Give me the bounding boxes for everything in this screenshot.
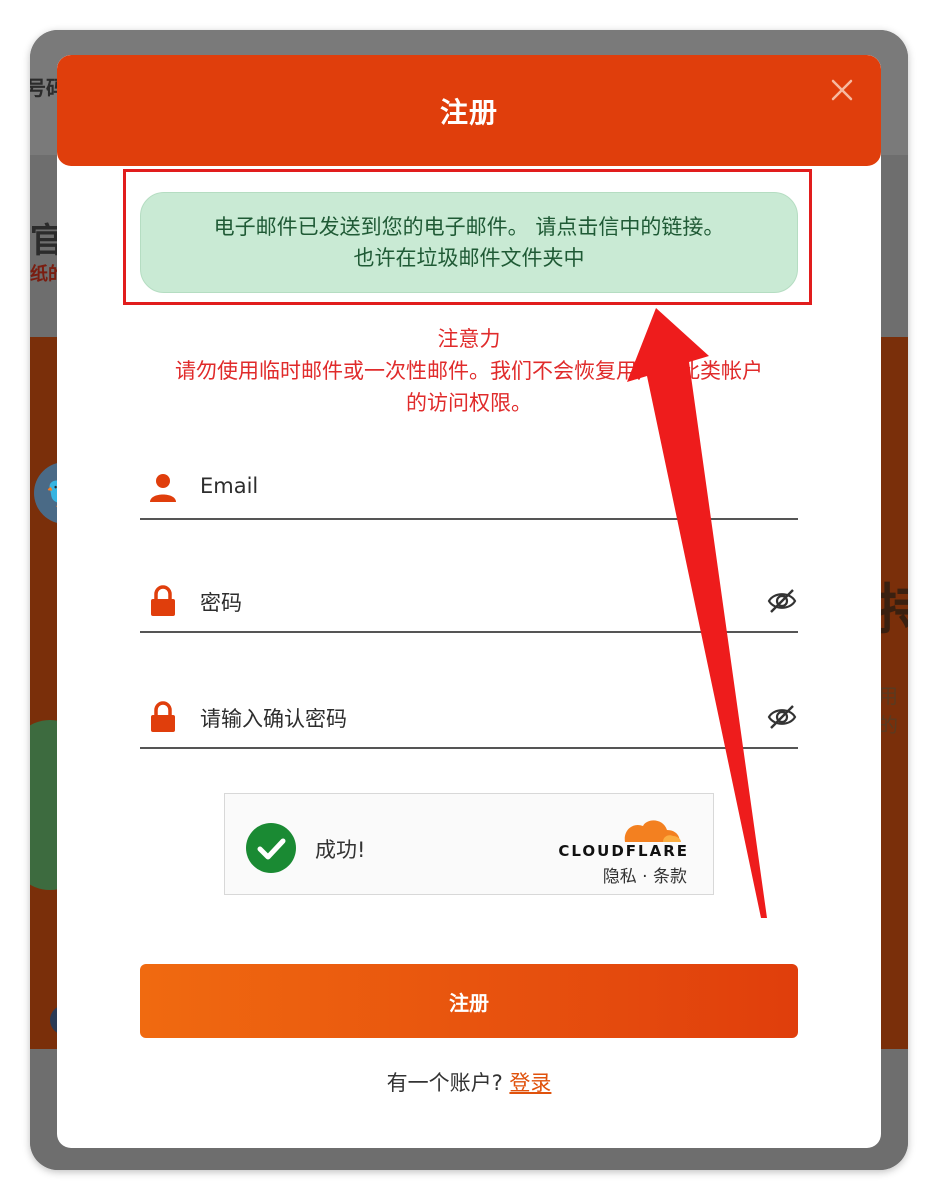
annotation-highlight-box — [123, 169, 812, 305]
confirm-password-field[interactable]: 请输入确认密码 — [140, 689, 798, 749]
eye-slash-icon[interactable] — [766, 585, 798, 617]
modal-header: 注册 — [57, 55, 881, 166]
check-circle-icon — [246, 823, 296, 873]
privacy-terms-links[interactable]: 隐私 · 条款 — [603, 862, 687, 887]
eye-slash-icon[interactable] — [766, 701, 798, 733]
captcha-status: 成功! — [315, 838, 366, 862]
lock-icon — [151, 585, 175, 616]
user-icon — [150, 474, 176, 502]
email-placeholder: Email — [200, 474, 259, 498]
cloudflare-captcha[interactable]: 成功! CLOUDFLARE 隐私 · 条款 — [224, 793, 714, 895]
close-button[interactable] — [829, 77, 855, 103]
cloudflare-brand: CLOUDFLARE — [558, 842, 689, 860]
password-field[interactable]: 密码 — [140, 573, 798, 633]
background-text: 用的 — [878, 684, 898, 737]
register-modal: 注册 电子邮件已发送到您的电子邮件。 请点击信中的链接。 也许在垃圾邮件文件夹中… — [57, 55, 881, 1148]
register-button[interactable]: 注册 — [140, 964, 798, 1038]
confirm-password-placeholder: 请输入确认密码 — [200, 707, 347, 731]
notice-block: 注意力 请勿使用临时邮件或一次性邮件。我们不会恢复用户对此类帐户 的访问权限。 — [117, 323, 821, 419]
notice-line: 请勿使用临时邮件或一次性邮件。我们不会恢复用户对此类帐户 — [175, 359, 763, 383]
lock-icon — [151, 701, 175, 732]
notice-heading: 注意力 — [437, 327, 501, 351]
notice-line: 的访问权限。 — [406, 391, 532, 415]
login-prompt-row: 有一个账户? 登录 — [57, 1067, 881, 1097]
login-prompt: 有一个账户? — [386, 1071, 503, 1095]
login-link[interactable]: 登录 — [509, 1071, 551, 1095]
close-icon — [831, 79, 853, 101]
email-field[interactable]: Email — [140, 460, 798, 520]
password-placeholder: 密码 — [200, 591, 242, 615]
modal-title: 注册 — [439, 95, 498, 129]
